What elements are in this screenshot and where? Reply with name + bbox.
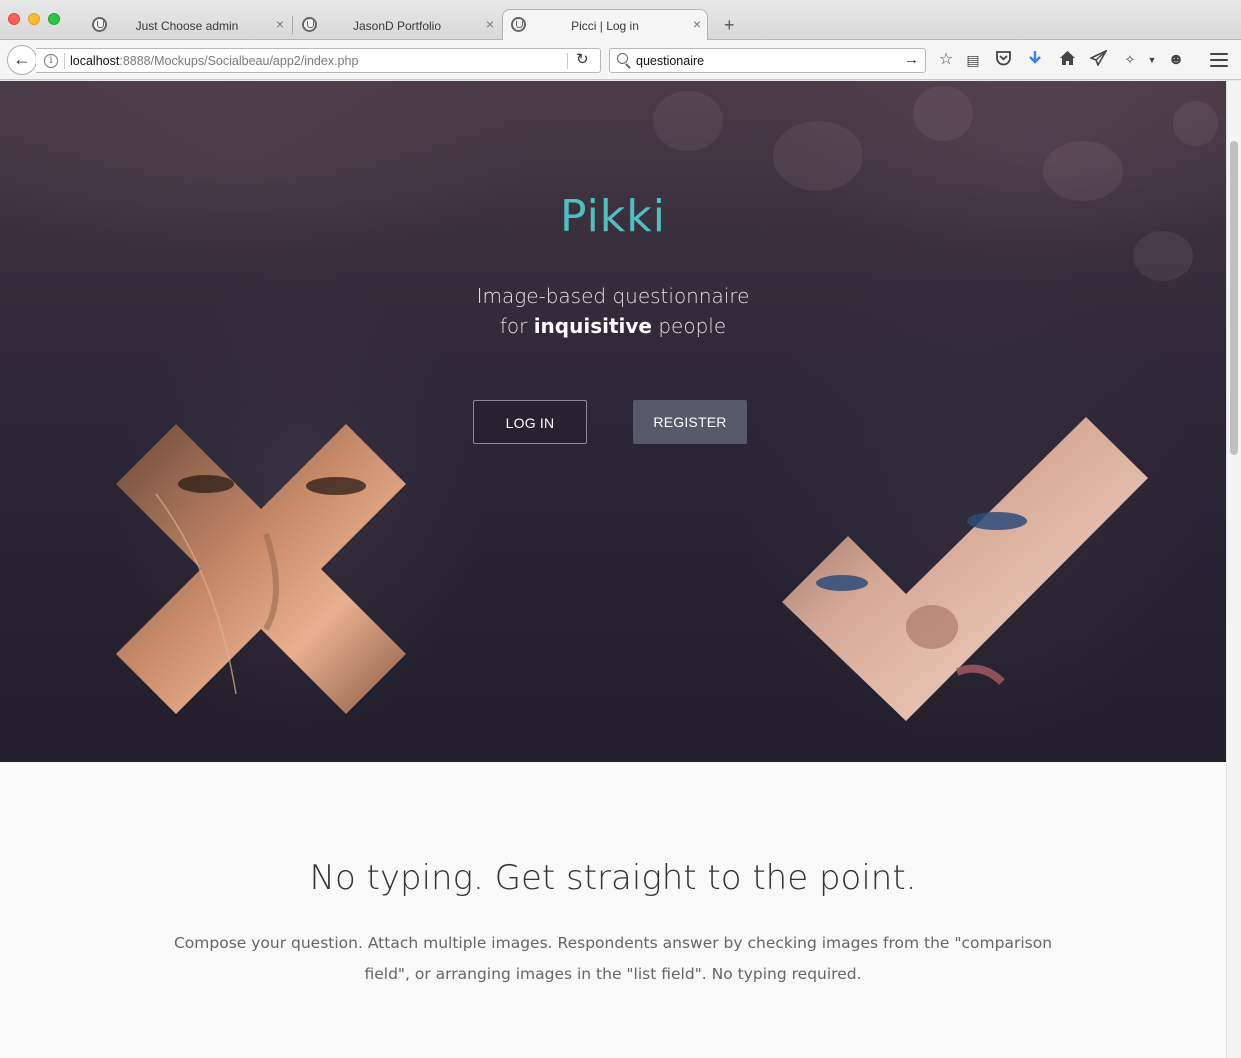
- site-info-icon[interactable]: i: [44, 54, 58, 68]
- star-icon[interactable]: ☆: [936, 50, 956, 70]
- url-divider: [64, 53, 65, 69]
- close-tab-icon[interactable]: ×: [693, 17, 701, 31]
- emoji-icon[interactable]: ☻: [1166, 50, 1186, 70]
- reload-divider: [567, 53, 568, 69]
- check-mark-image: [782, 417, 1148, 721]
- back-button[interactable]: ←: [7, 45, 37, 75]
- login-button[interactable]: LOG IN: [473, 400, 587, 444]
- tagline-prefix: for: [499, 314, 534, 338]
- reading-list-icon[interactable]: ▤: [963, 50, 983, 70]
- tab-strip: Just Choose admin × JasonD Portfolio × P…: [0, 0, 1241, 41]
- send-icon[interactable]: [1088, 49, 1108, 70]
- download-icon[interactable]: [1025, 50, 1045, 70]
- minimize-window-button[interactable]: [28, 13, 40, 25]
- feature-title: No typing. Get straight to the point.: [309, 858, 917, 898]
- register-button[interactable]: REGISTER: [633, 400, 747, 444]
- nav-toolbar: ← i localhost:8888/Mockups/Socialbeau/ap…: [0, 40, 1241, 80]
- page-viewport: Pikki Image-based questionnaire for inqu…: [0, 81, 1226, 1058]
- tagline-bold: inquisitive: [533, 314, 652, 338]
- home-icon[interactable]: [1057, 50, 1077, 70]
- close-window-button[interactable]: [8, 13, 20, 25]
- tagline-line-2: for inquisitive people: [0, 311, 1226, 341]
- tab-picci-login-active[interactable]: Picci | Log in ×: [502, 9, 708, 41]
- extension-dropdown-icon[interactable]: ▼: [1142, 50, 1162, 70]
- url-bar[interactable]: i localhost:8888/Mockups/Socialbeau/app2…: [36, 48, 601, 73]
- close-tab-icon[interactable]: ×: [276, 17, 284, 31]
- menu-icon[interactable]: [1210, 53, 1228, 67]
- features-section: No typing. Get straight to the point. Co…: [0, 762, 1226, 1058]
- tab-title: JasonD Portfolio: [352, 19, 442, 33]
- tab-jasond-portfolio[interactable]: JasonD Portfolio ×: [294, 10, 500, 40]
- tagline-suffix: people: [651, 314, 727, 338]
- new-tab-icon[interactable]: +: [724, 16, 735, 34]
- search-bar[interactable]: questionaire →: [609, 48, 926, 73]
- feature-description: Compose your question. Attach multiple i…: [173, 934, 1053, 983]
- tab-just-choose-admin[interactable]: Just Choose admin ×: [84, 10, 290, 40]
- reload-icon[interactable]: ↻: [576, 50, 589, 68]
- search-icon: [617, 53, 628, 64]
- url-text[interactable]: localhost:8888/Mockups/Socialbeau/app2/i…: [70, 54, 358, 68]
- hero-section: Pikki Image-based questionnaire for inqu…: [0, 81, 1226, 762]
- url-host: localhost: [70, 54, 120, 68]
- search-go-icon[interactable]: →: [904, 51, 919, 68]
- page-scrollbar[interactable]: [1226, 81, 1241, 1058]
- pocket-icon[interactable]: [993, 50, 1013, 70]
- app-logo: Pikki: [560, 191, 666, 242]
- tab-separator: [292, 16, 293, 34]
- tab-title: Just Choose admin: [135, 19, 239, 33]
- extension-icon[interactable]: ✧: [1120, 50, 1140, 70]
- close-tab-icon[interactable]: ×: [486, 17, 494, 31]
- tab-title: Picci | Log in: [571, 19, 639, 33]
- hero-tagline: Image-based questionnaire for inquisitiv…: [0, 281, 1226, 341]
- search-input[interactable]: questionaire: [636, 54, 704, 68]
- scrollbar-thumb[interactable]: [1230, 141, 1238, 455]
- url-path: :8888/Mockups/Socialbeau/app2/index.php: [119, 54, 359, 68]
- x-mark-image: [116, 424, 406, 714]
- tagline-line-1: Image-based questionnaire: [476, 284, 750, 308]
- maximize-window-button[interactable]: [48, 13, 60, 25]
